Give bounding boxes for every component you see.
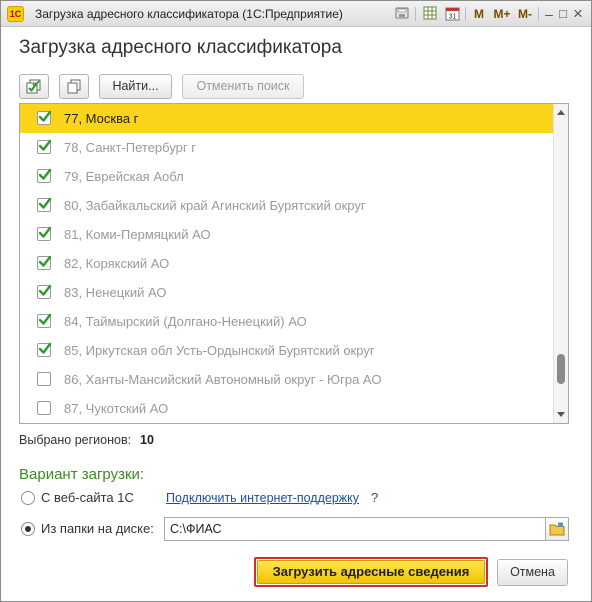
form-title: Загрузка адресного классификатора	[19, 37, 342, 58]
radio-web-site[interactable]	[21, 491, 35, 505]
check-all-button[interactable]	[19, 74, 49, 99]
window-title: Загрузка адресного классификатора (1С:Пр…	[35, 7, 343, 21]
find-button[interactable]: Найти...	[99, 74, 172, 99]
region-label: 83, Ненецкий АО	[64, 285, 167, 300]
region-checkbox[interactable]	[37, 255, 52, 270]
load-address-data-label: Загрузить адресные сведения	[257, 560, 485, 584]
svg-text:31: 31	[448, 14, 456, 21]
checkmark-icon	[38, 313, 52, 325]
region-label: 84, Таймырский (Долгано-Ненецкий) АО	[64, 314, 307, 329]
region-checkbox[interactable]	[37, 139, 52, 154]
maximize-button[interactable]: □	[557, 5, 569, 23]
radio-folder-label[interactable]: Из папки на диске:	[41, 521, 154, 536]
region-checkbox[interactable]	[37, 372, 51, 386]
scroll-up-icon[interactable]	[557, 110, 565, 115]
folder-icon	[549, 522, 565, 536]
checkmark-icon	[38, 226, 52, 238]
selected-count-label: Выбрано регионов:	[19, 433, 132, 447]
browse-folder-button[interactable]	[546, 517, 569, 541]
table-icon[interactable]	[422, 5, 438, 23]
checkmark-icon	[38, 342, 52, 354]
save-icon[interactable]	[394, 5, 410, 23]
load-variant-title: Вариант загрузки:	[19, 466, 145, 483]
memory-minus-button[interactable]: M-	[516, 5, 534, 23]
cancel-search-button[interactable]: Отменить поиск	[182, 74, 304, 99]
list-scrollbar[interactable]	[553, 104, 568, 423]
folder-path-input[interactable]: C:\ФИАС	[164, 517, 546, 541]
region-list[interactable]: 77, Москва г 78, Санкт-Петербург г 79, Евр…	[19, 103, 569, 424]
list-item[interactable]: 80, Забайкальский край Агинский Бурятски…	[20, 191, 554, 220]
memory-plus-button[interactable]: M+	[492, 5, 512, 23]
list-item[interactable]: 83, Ненецкий АО	[20, 278, 554, 307]
calendar-icon[interactable]: 31	[444, 5, 460, 23]
checkmark-icon	[38, 284, 52, 296]
list-item[interactable]: 77, Москва г	[20, 104, 554, 133]
region-checkbox[interactable]	[37, 401, 51, 415]
region-label: 85, Иркутская обл Усть-Ордынский Бурятск…	[64, 343, 375, 358]
checkmark-icon	[38, 255, 52, 267]
app-logo-icon: 1C	[7, 6, 24, 22]
check-all-icon	[26, 79, 41, 94]
region-checkbox[interactable]	[37, 197, 52, 212]
region-label: 78, Санкт-Петербург г	[64, 140, 196, 155]
region-checkbox[interactable]	[37, 342, 52, 357]
checkmark-icon	[38, 168, 52, 180]
list-item[interactable]: 85, Иркутская обл Усть-Ордынский Бурятск…	[20, 336, 554, 365]
help-icon[interactable]: ?	[371, 490, 378, 505]
load-address-data-button[interactable]: Загрузить адресные сведения	[254, 557, 488, 587]
memory-button[interactable]: M	[472, 5, 486, 23]
close-button[interactable]: ×	[571, 5, 585, 23]
checkmark-icon	[38, 197, 52, 209]
list-item[interactable]: 86, Ханты-Мансийский Автономный округ - …	[20, 365, 554, 394]
region-checkbox[interactable]	[37, 284, 52, 299]
region-label: 79, Еврейская Аобл	[64, 169, 184, 184]
list-item[interactable]: 87, Чукотский АО	[20, 394, 554, 423]
region-label: 86, Ханты-Мансийский Автономный округ - …	[64, 372, 382, 387]
radio-web-site-label[interactable]: С веб-сайта 1С	[41, 490, 134, 505]
scroll-thumb[interactable]	[557, 354, 565, 384]
list-item[interactable]: 78, Санкт-Петербург г	[20, 133, 554, 162]
region-checkbox[interactable]	[37, 313, 52, 328]
region-label: 80, Забайкальский край Агинский Бурятски…	[64, 198, 366, 213]
radio-folder[interactable]	[21, 522, 35, 536]
list-item[interactable]: 84, Таймырский (Долгано-Ненецкий) АО	[20, 307, 554, 336]
connect-support-link[interactable]: Подключить интернет-поддержку	[166, 491, 359, 505]
minimize-button[interactable]: –	[543, 5, 555, 23]
selected-count-value: 10	[140, 433, 154, 447]
region-label: 87, Чукотский АО	[64, 401, 169, 416]
region-label: 81, Коми-Пермяцкий АО	[64, 227, 211, 242]
copy-icon	[67, 79, 81, 94]
region-checkbox[interactable]	[37, 226, 52, 241]
checkmark-icon	[38, 139, 52, 151]
uncheck-all-button[interactable]	[59, 74, 89, 99]
region-label: 77, Москва г	[64, 111, 139, 126]
region-label: 82, Корякский АО	[64, 256, 170, 271]
list-item[interactable]: 79, Еврейская Аобл	[20, 162, 554, 191]
title-bar: 1C Загрузка адресного классификатора (1С…	[1, 1, 591, 27]
list-item[interactable]: 81, Коми-Пермяцкий АО	[20, 220, 554, 249]
region-checkbox[interactable]	[37, 168, 52, 183]
list-item[interactable]: 82, Корякский АО	[20, 249, 554, 278]
cancel-button[interactable]: Отмена	[497, 559, 568, 586]
scroll-down-icon[interactable]	[557, 412, 565, 417]
dialog-window: 1C Загрузка адресного классификатора (1С…	[0, 0, 592, 602]
region-checkbox[interactable]	[37, 110, 52, 125]
checkmark-icon	[38, 110, 52, 122]
